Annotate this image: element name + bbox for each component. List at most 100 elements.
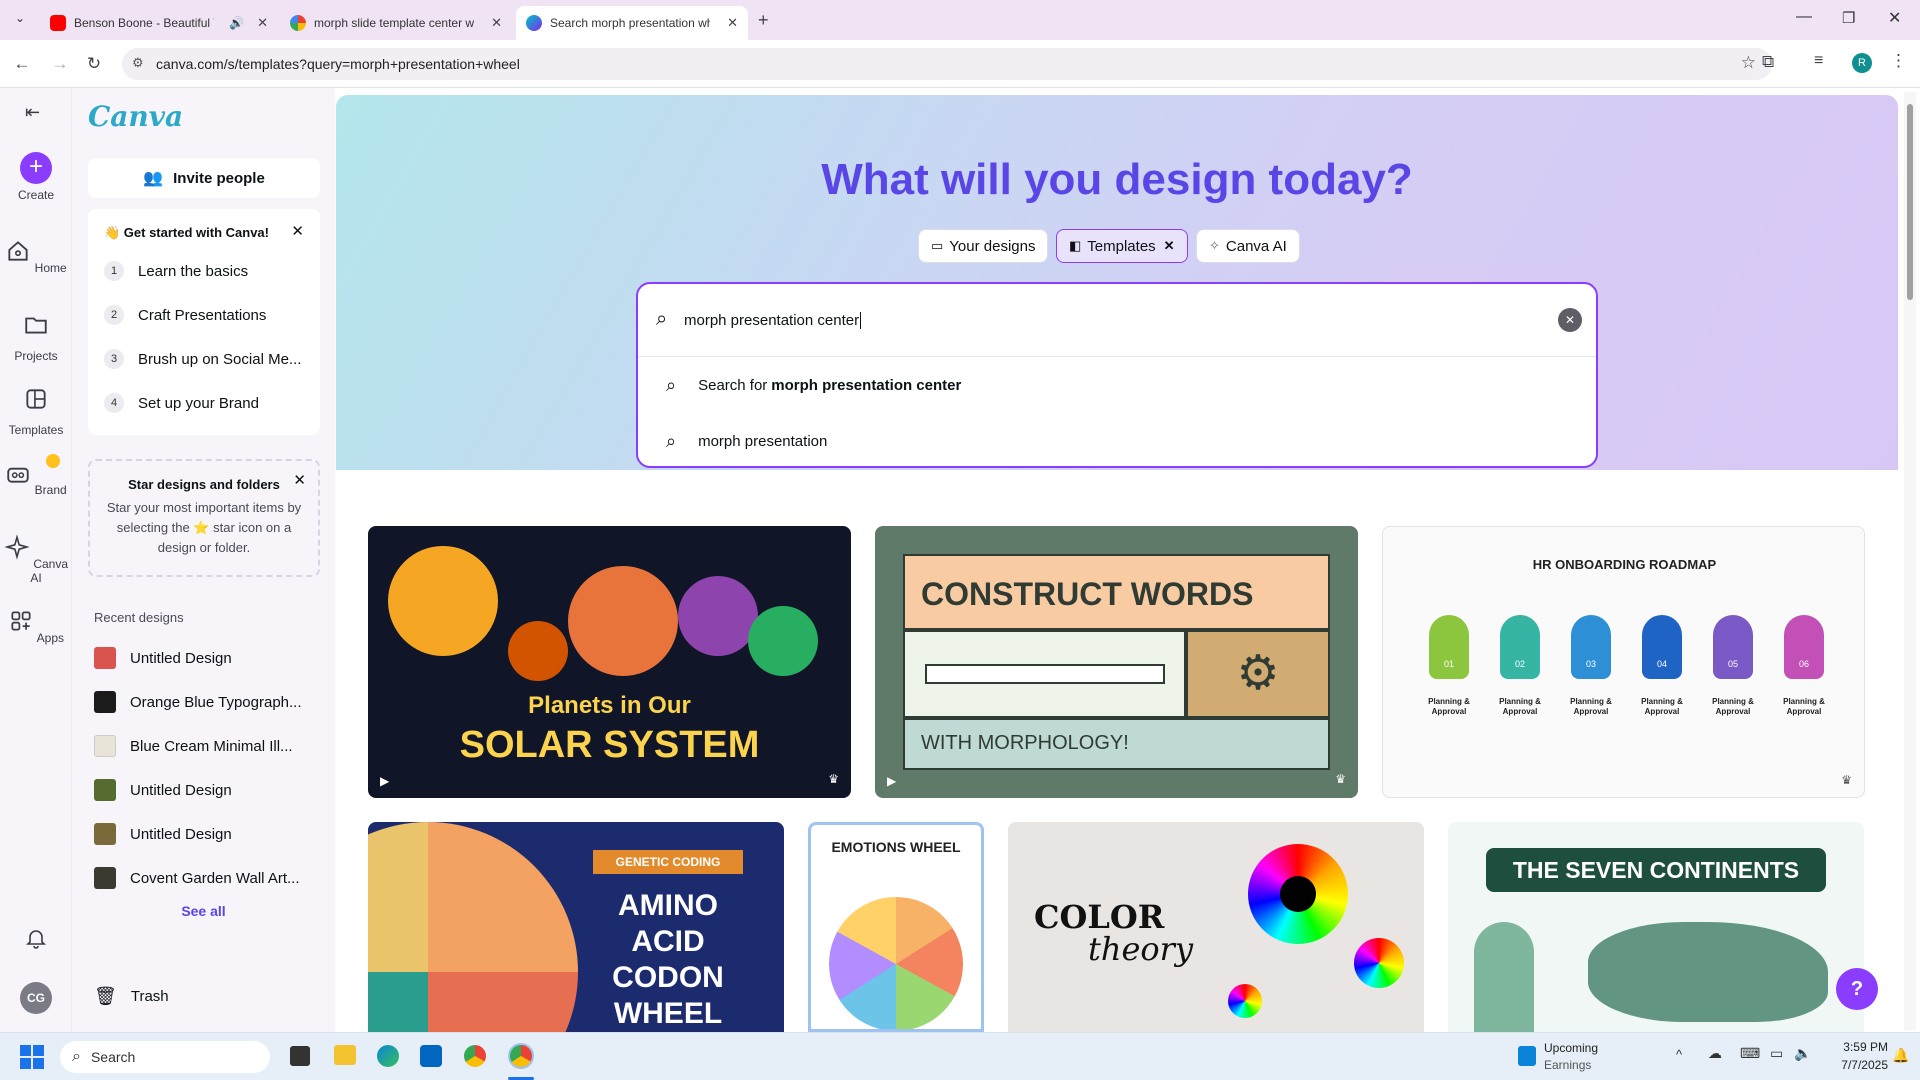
reload-icon[interactable]: ↻ (82, 52, 106, 76)
canva-logo[interactable]: Canva (88, 100, 183, 133)
suggestion-item[interactable]: ⌕ Search for morph presentation center (666, 373, 961, 397)
template-text: theory (1088, 930, 1194, 968)
taskbar-search[interactable]: ⌕ Search (60, 1041, 270, 1073)
pill-canva-ai[interactable]: ✧ Canva AI (1196, 229, 1300, 263)
help-button[interactable]: ? (1836, 968, 1878, 1010)
forward-icon[interactable]: → (48, 52, 72, 76)
suggestion-item[interactable]: ⌕ morph presentation (666, 429, 827, 453)
get-started-step[interactable]: 1 Learn the basics (104, 259, 248, 283)
rail-brand[interactable]: Brand (0, 454, 72, 497)
taskbar-search-placeholder: Search (90, 1049, 136, 1065)
media-icon[interactable]: ≡ (1814, 52, 1823, 70)
youtube-icon (50, 15, 66, 31)
store-icon[interactable] (420, 1045, 442, 1067)
speaker-icon[interactable]: 🔊 (229, 16, 244, 30)
window-close-icon[interactable]: ✕ (1888, 8, 1901, 28)
search-icon: ⌕ (72, 1048, 81, 1065)
template-card-codon-wheel[interactable]: GENETIC CODING AMINO ACID CODON WHEEL (368, 822, 784, 1032)
recent-design-item[interactable]: Blue Cream Minimal Ill... (94, 733, 334, 759)
template-card-emotions-wheel[interactable]: EMOTIONS WHEEL (808, 822, 984, 1032)
templates-icon (26, 389, 46, 409)
template-card-color-theory[interactable]: COLOR theory (1008, 822, 1424, 1032)
network-icon[interactable]: ▭ (1770, 1045, 1783, 1062)
close-icon[interactable]: ✕ (727, 15, 738, 31)
close-icon[interactable]: ✕ (291, 222, 304, 240)
address-bar[interactable]: ⚙ canva.com/s/templates?query=morph+pres… (122, 48, 1772, 80)
file-explorer-icon[interactable] (334, 1045, 356, 1065)
restore-icon[interactable]: ❐ (1842, 9, 1855, 27)
rail-projects[interactable]: Projects (0, 312, 72, 363)
task-view-icon[interactable] (290, 1046, 310, 1066)
new-tab-icon[interactable]: + (758, 10, 769, 31)
close-icon[interactable]: ✕ (1164, 238, 1175, 254)
scrollbar[interactable] (1904, 92, 1916, 1030)
template-card-seven-continents[interactable]: THE SEVEN CONTINENTS (1448, 822, 1864, 1032)
browser-tab-google[interactable]: morph slide template center w ✕ (280, 6, 512, 40)
widget-title[interactable]: Upcoming (1544, 1041, 1598, 1055)
bookmark-star-icon[interactable]: ☆ (1741, 53, 1756, 73)
get-started-step[interactable]: 3 Brush up on Social Me... (104, 347, 301, 371)
minimize-icon[interactable]: — (1796, 8, 1812, 26)
extensions-icon[interactable]: ⧉ (1762, 52, 1774, 72)
browser-menu-icon[interactable]: ⋮ (1890, 51, 1907, 71)
recent-design-item[interactable]: Untitled Design (94, 645, 334, 671)
close-icon[interactable]: ✕ (293, 471, 306, 489)
collapse-sidebar-icon[interactable]: ⇤ (25, 102, 40, 123)
template-card-hr-roadmap[interactable]: HR ONBOARDING ROADMAP ♛ 01 Planning & App… (1382, 526, 1865, 798)
close-icon[interactable]: ✕ (491, 15, 502, 31)
get-started-step[interactable]: 4 Set up your Brand (104, 391, 259, 415)
get-started-step[interactable]: 2 Craft Presentations (104, 303, 266, 327)
rail-home[interactable]: Home (0, 238, 72, 275)
clock-date[interactable]: 7/7/2025 (1828, 1058, 1888, 1072)
see-all-link[interactable]: See all (72, 903, 335, 919)
rail-apps[interactable]: Apps (0, 608, 72, 645)
pill-your-designs[interactable]: ▭ Your designs (918, 229, 1049, 263)
chevron-up-icon[interactable]: ^ (1676, 1047, 1682, 1062)
template-card-solar-system[interactable]: Planets in Our SOLAR SYSTEM ▶ ♛ (368, 526, 851, 798)
chrome-profile-icon[interactable] (508, 1043, 534, 1069)
recent-design-item[interactable]: Untitled Design (94, 777, 334, 803)
invite-people-button[interactable]: 👥 Invite people (88, 158, 320, 198)
windows-start-icon[interactable] (20, 1045, 44, 1069)
roadmap-step-marker: 05 (1713, 615, 1753, 679)
bell-icon[interactable] (24, 926, 48, 950)
step-label: Set up your Brand (138, 394, 259, 412)
template-badge: GENETIC CODING (593, 850, 743, 874)
stocks-widget-icon (1518, 1046, 1536, 1066)
trash-button[interactable]: 🗑 Trash (94, 986, 169, 1007)
rail-create[interactable]: + Create (0, 152, 72, 202)
design-thumbnail (94, 867, 116, 889)
keyboard-icon[interactable]: ⌨ (1740, 1045, 1760, 1062)
crown-icon: ♛ (1335, 772, 1346, 786)
recent-design-item[interactable]: Untitled Design (94, 821, 334, 847)
notification-bell-icon[interactable]: 🔔 (1892, 1047, 1909, 1064)
site-info-icon[interactable]: ⚙ (132, 55, 144, 71)
recent-design-item[interactable]: Orange Blue Typograph... (94, 689, 334, 715)
template-card-morphology[interactable]: CONSTRUCT WORDS ⚙ WITH MORPHOLOGY! ▶ ♛ (875, 526, 1358, 798)
profile-avatar[interactable]: R (1852, 53, 1872, 73)
rail-canva-ai[interactable]: Canva AI (0, 534, 72, 585)
get-started-title: 👋 Get started with Canva! (104, 225, 269, 240)
edge-icon[interactable] (377, 1045, 399, 1067)
search-input[interactable]: morph presentation center (684, 312, 1504, 329)
onedrive-icon[interactable]: ☁ (1708, 1045, 1722, 1062)
pill-templates[interactable]: ◧ Templates ✕ (1056, 229, 1188, 263)
avatar[interactable]: CG (20, 982, 52, 1014)
tab-list-icon[interactable]: ⌄ (10, 11, 30, 29)
crown-icon: ♛ (828, 772, 839, 786)
close-icon[interactable]: ✕ (257, 15, 268, 31)
clear-search-button[interactable]: ✕ (1558, 308, 1582, 332)
clock-time[interactable]: 3:59 PM (1828, 1040, 1888, 1054)
step-label: Craft Presentations (138, 306, 267, 324)
planet-illustration (508, 621, 568, 681)
pill-label: Your designs (949, 237, 1036, 255)
recent-design-item[interactable]: Covent Garden Wall Art... (94, 865, 334, 891)
scrollbar-thumb[interactable] (1907, 104, 1913, 300)
roadmap-step-label: Planning & Approval (1499, 697, 1541, 716)
volume-icon[interactable]: 🔈 (1794, 1045, 1811, 1062)
browser-tab-canva[interactable]: Search morph presentation whe ✕ (516, 6, 748, 40)
chrome-icon[interactable] (464, 1045, 486, 1067)
back-icon[interactable]: ← (10, 52, 34, 76)
rail-templates[interactable]: Templates (0, 386, 72, 437)
browser-tab-youtube[interactable]: Benson Boone - Beautiful T 🔊 ✕ (40, 6, 278, 40)
